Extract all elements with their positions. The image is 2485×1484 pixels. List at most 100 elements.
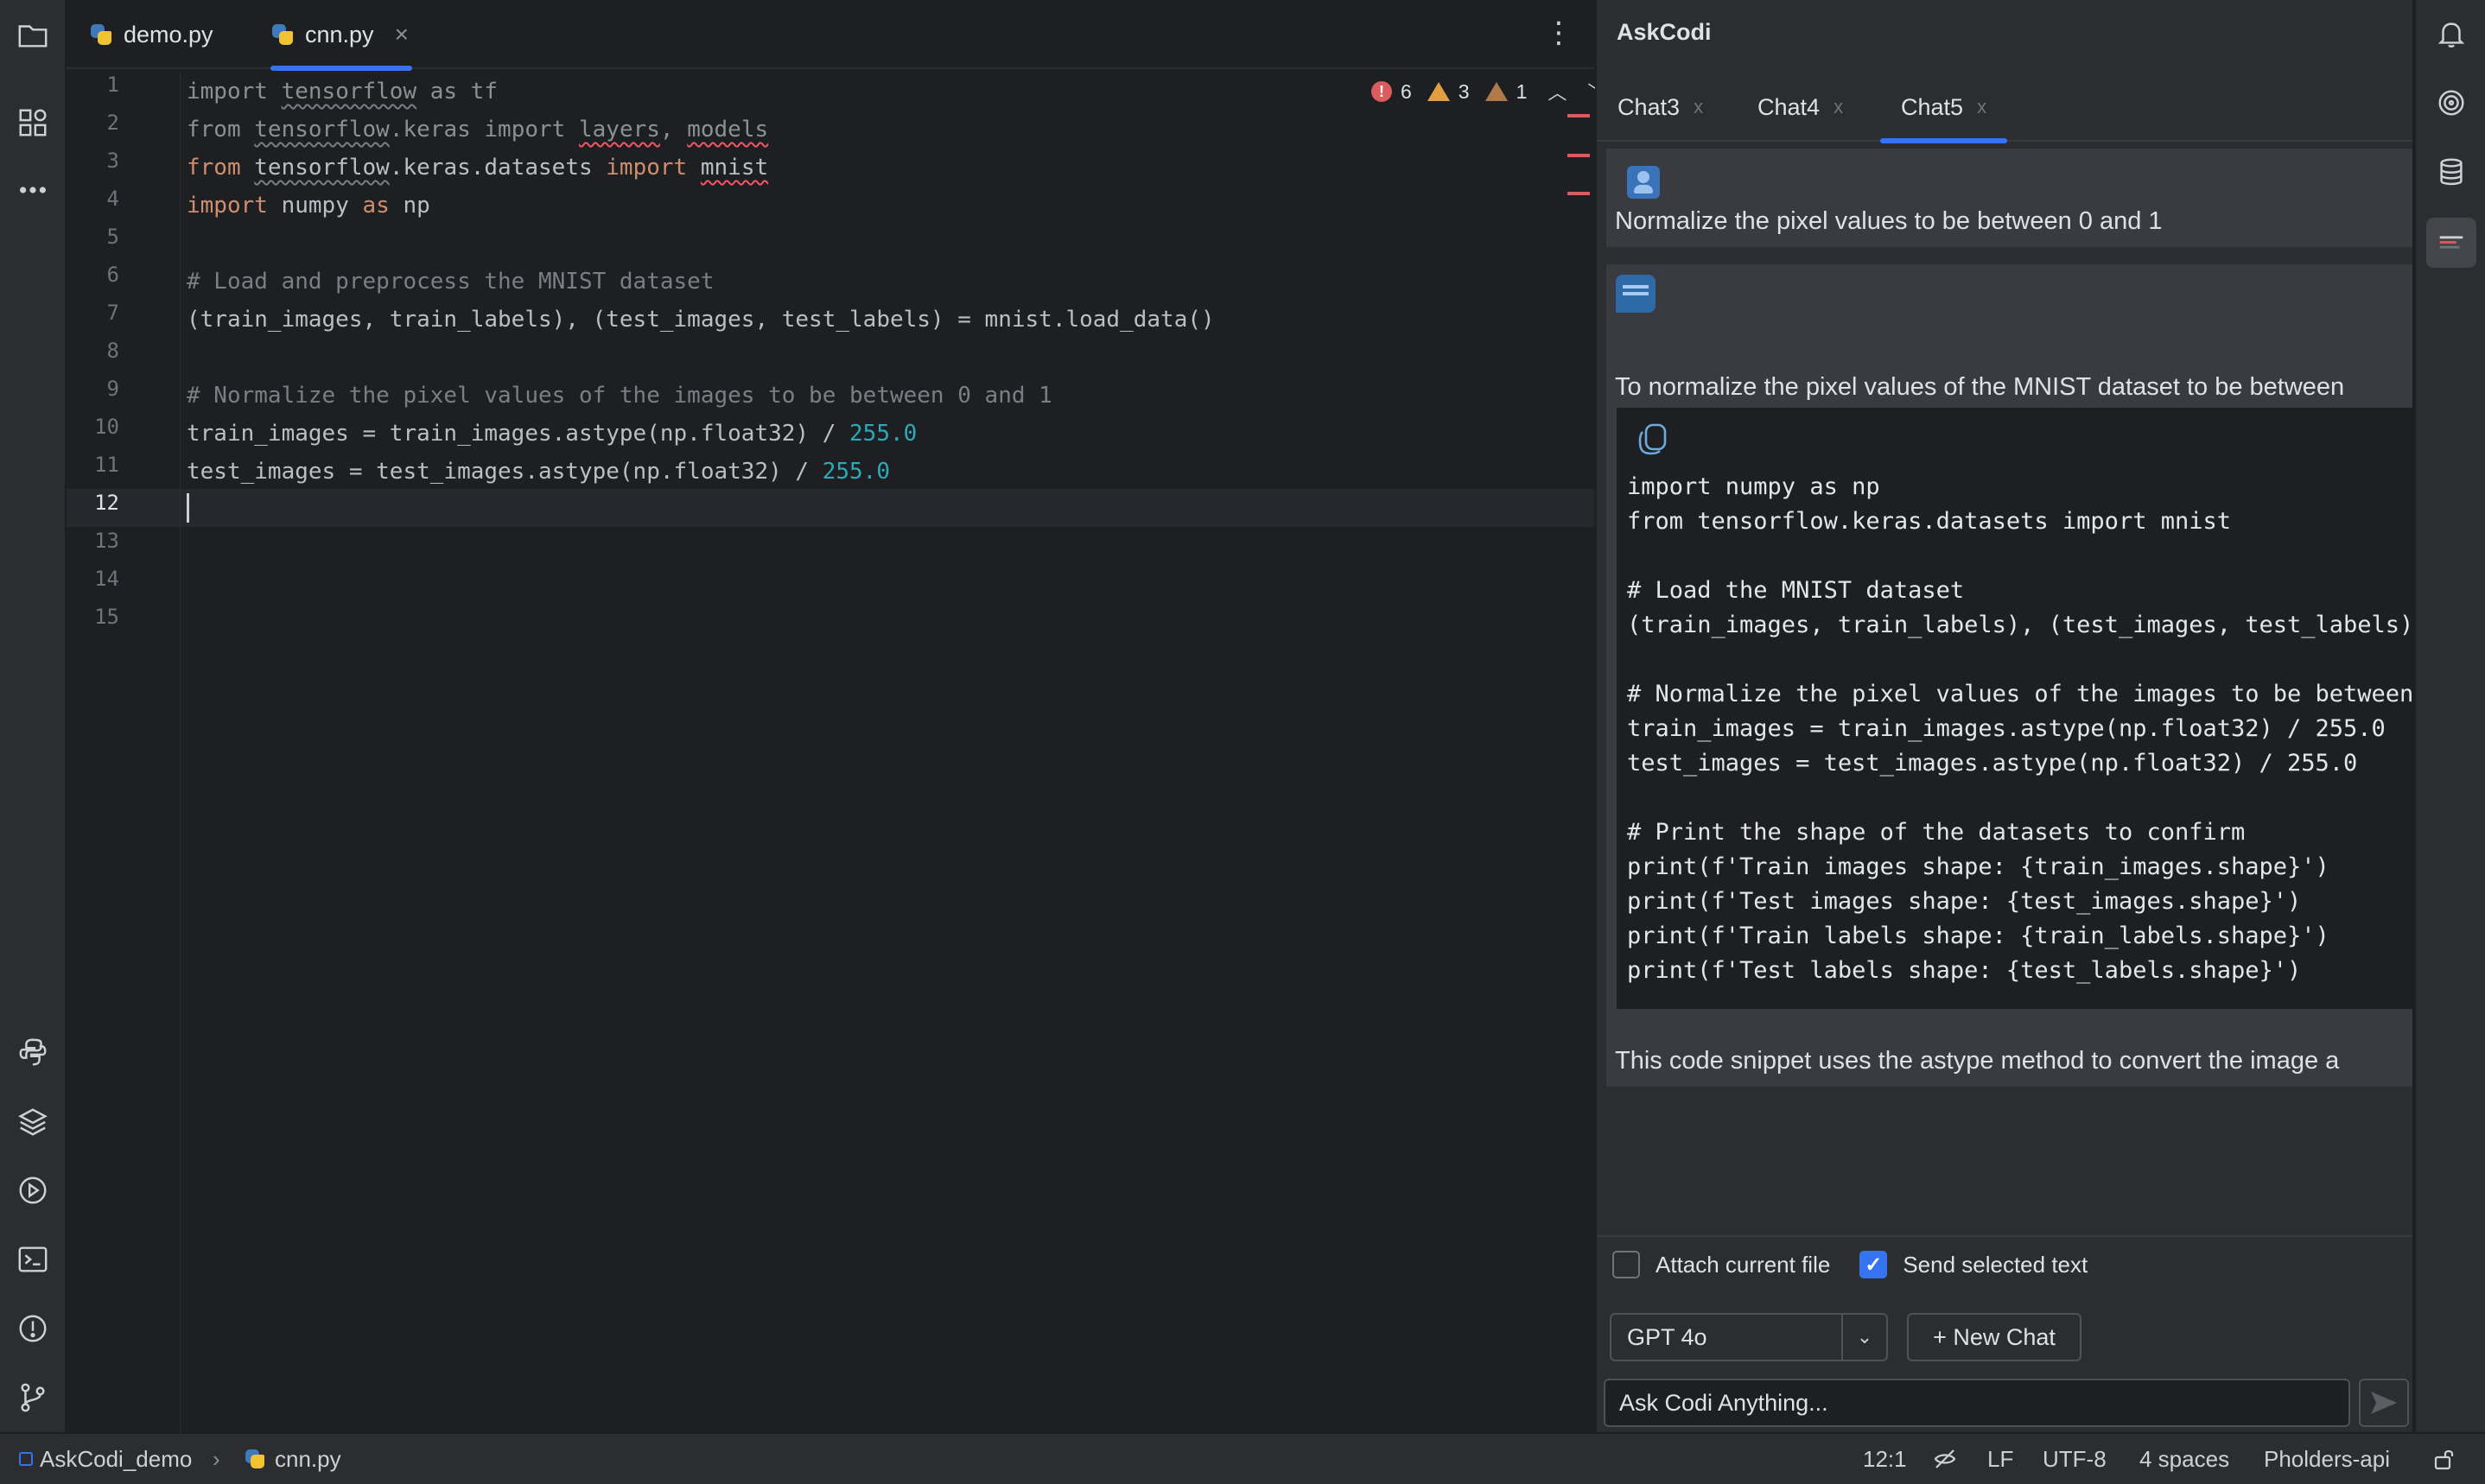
bot-outro-text: This code snippet uses the astype method… (1615, 1047, 2340, 1075)
chevron-right-icon: › (213, 1445, 220, 1472)
send-selected-label: Send selected text (1903, 1251, 2088, 1278)
indent-setting[interactable]: 4 spaces (2139, 1434, 2229, 1484)
model-select[interactable]: GPT 4o ⌄ (1610, 1313, 1888, 1361)
code-line-1: import tensorflow as tf (187, 79, 499, 105)
error-stripe-marker[interactable] (1567, 192, 1590, 195)
code-block-line: test_images = test_images.astype(np.floa… (1627, 750, 2358, 777)
close-icon[interactable]: x (1834, 96, 1843, 118)
code-block-line: print(f'Train images shape: {train_image… (1627, 853, 2329, 880)
tab-cnn-py[interactable]: cnn.py × (270, 0, 412, 71)
code-block-line: print(f'Test labels shape: {test_labels.… (1627, 957, 2302, 984)
editor-tab-bar: demo.py cnn.py × ⋮ (67, 0, 1594, 71)
chat-tab-bar: Chat3 x Chat4 x Chat5 x (1597, 73, 2412, 143)
notifications-icon[interactable] (2431, 14, 2471, 54)
send-selected-checkbox[interactable]: ✓ (1859, 1251, 1888, 1278)
error-stripe-marker[interactable] (1567, 154, 1590, 157)
line-number: 8 (106, 339, 119, 363)
close-icon[interactable]: x (1694, 96, 1703, 118)
attach-file-label: Attach current file (1656, 1251, 1831, 1278)
code-block: import numpy as np from tensorflow.keras… (1617, 408, 2412, 1009)
divider (1597, 1235, 2412, 1237)
chevron-up-icon[interactable]: ︿ (1548, 78, 1567, 105)
breadcrumb-file[interactable]: cnn.py (244, 1434, 341, 1484)
error-icon: ! (1371, 81, 1392, 102)
code-block-line: from tensorflow.keras.datasets import mn… (1627, 508, 2231, 535)
layers-icon[interactable] (14, 1102, 52, 1140)
inspection-widget[interactable]: ! 6 3 1 ︿ ﹀ (1371, 78, 1606, 105)
line-number-gutter: 1 2 3 4 5 6 7 8 9 10 11 12 13 14 15 (67, 73, 181, 1432)
new-chat-button[interactable]: + New Chat (1907, 1313, 2081, 1361)
database-icon[interactable] (2431, 152, 2471, 192)
line-number: 4 (106, 187, 119, 211)
terminal-icon[interactable] (14, 1240, 52, 1278)
more-icon[interactable] (14, 171, 52, 209)
close-icon[interactable]: x (1977, 96, 1986, 118)
chat-tab-label: Chat4 (1757, 93, 1821, 120)
file-encoding[interactable]: UTF-8 (2043, 1434, 2107, 1484)
chat-tab-label: Chat5 (1901, 93, 1964, 120)
ask-input[interactable] (1604, 1379, 2350, 1427)
no-inspections-icon[interactable] (1932, 1434, 1958, 1484)
error-count: 6 (1401, 79, 1412, 103)
line-number: 5 (106, 225, 119, 249)
bot-intro-text: To normalize the pixel values of the MNI… (1615, 373, 2345, 401)
problems-icon[interactable] (14, 1310, 52, 1348)
current-line-highlight (67, 489, 1594, 527)
askcodi-panel: AskCodi Chat3 x Chat4 x Chat5 x Normaliz… (1595, 0, 2412, 1432)
tab-demo-py[interactable]: demo.py (89, 0, 213, 69)
python-interpreter[interactable]: Pholders-api (2264, 1434, 2390, 1484)
weak-warning-icon (1484, 82, 1508, 101)
close-icon[interactable]: × (395, 21, 409, 48)
line-number: 3 (106, 149, 119, 173)
weak-warning-count: 1 (1516, 79, 1528, 103)
user-avatar-icon (1627, 166, 1660, 199)
line-number: 11 (94, 453, 119, 477)
warning-count: 3 (1458, 79, 1470, 103)
tab-menu-icon[interactable]: ⋮ (1544, 16, 1573, 50)
tab-chat4[interactable]: Chat4 x (1757, 73, 1843, 142)
caret-position[interactable]: 12:1 (1863, 1434, 1907, 1484)
code-block-line: # Print the shape of the datasets to con… (1627, 819, 2246, 846)
tab-chat5[interactable]: Chat5 x (1879, 73, 2008, 143)
error-stripe-marker[interactable] (1567, 114, 1590, 117)
chevron-down-icon[interactable]: ⌄ (1841, 1315, 1886, 1360)
tab-chat3[interactable]: Chat3 x (1617, 73, 1703, 142)
user-message-text: Normalize the pixel values to be between… (1615, 207, 2163, 235)
send-button[interactable] (2359, 1379, 2409, 1427)
code-editor[interactable]: import tensorflow as tf from tensorflow.… (187, 73, 1215, 485)
askcodi-tool-icon[interactable] (2426, 218, 2476, 268)
ai-assistant-icon[interactable] (2431, 83, 2471, 123)
code-block-line: # Normalize the pixel values of the imag… (1627, 681, 2412, 707)
python-file-icon (89, 22, 113, 47)
editor-area: demo.py cnn.py × ⋮ 1 2 3 4 5 6 7 8 9 10 … (67, 0, 1606, 1432)
tab-label: cnn.py (305, 21, 374, 48)
panel-title: AskCodi (1617, 19, 1712, 45)
code-line-6: # Load and preprocess the MNIST dataset (187, 269, 715, 295)
code-line-3: from tensorflow.keras.datasets import mn… (187, 155, 769, 181)
code-block-line: print(f'Test images shape: {test_images.… (1627, 888, 2302, 915)
module-icon (19, 1452, 33, 1466)
line-number: 9 (106, 377, 119, 401)
code-line-4: import numpy as np (187, 193, 430, 219)
line-number: 15 (94, 605, 119, 629)
warning-icon (1427, 82, 1450, 101)
lock-icon[interactable] (2431, 1434, 2457, 1484)
line-ending[interactable]: LF (1987, 1434, 2013, 1484)
chat-options: Attach current file ✓ Send selected text (1612, 1251, 2088, 1278)
copy-icon[interactable] (1634, 420, 1674, 460)
code-block-line: (train_images, train_labels), (test_imag… (1627, 612, 2412, 638)
python-file-icon (270, 22, 295, 47)
line-number: 13 (94, 529, 119, 553)
left-tool-bar (0, 0, 66, 1432)
folder-icon[interactable] (14, 16, 52, 54)
line-number: 10 (94, 415, 119, 439)
python-console-icon[interactable] (14, 1033, 52, 1071)
breadcrumb-project[interactable]: AskCodi_demo (19, 1434, 192, 1484)
line-number: 2 (106, 111, 119, 135)
code-line-2: from tensorflow.keras import layers, mod… (187, 117, 769, 143)
git-branch-icon[interactable] (14, 1379, 52, 1417)
code-block-line: print(f'Train labels shape: {train_label… (1627, 923, 2329, 949)
attach-file-checkbox[interactable] (1612, 1251, 1640, 1278)
structure-icon[interactable] (14, 104, 52, 142)
run-icon[interactable] (14, 1171, 52, 1209)
